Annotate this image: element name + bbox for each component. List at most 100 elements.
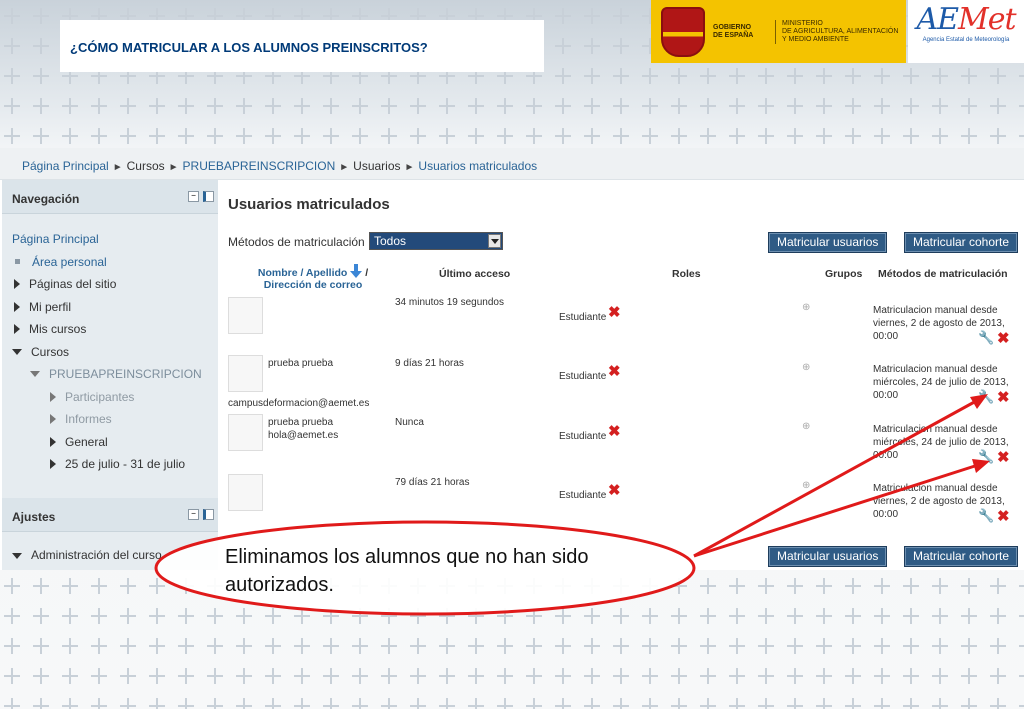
add-group-icon[interactable]: ⊕ [802, 362, 810, 373]
nav-item-participants[interactable]: Participantes [12, 386, 218, 409]
collapse-arrow-icon[interactable] [12, 552, 22, 559]
cross-mark [62, 608, 78, 624]
nav-item-label: Participantes [65, 389, 135, 404]
cross-mark [613, 638, 629, 654]
row-name[interactable]: prueba prueba [268, 357, 333, 370]
collapse-icon[interactable]: − [188, 191, 199, 202]
enrol-cohort-button[interactable]: Matricular cohorte [904, 232, 1019, 253]
cross-mark [265, 668, 281, 684]
cross-mark [642, 668, 658, 684]
breadcrumb-course[interactable]: PRUEBAPREINSCRIPCION [183, 159, 336, 173]
cross-mark [758, 128, 774, 144]
cross-mark [816, 638, 832, 654]
nav-item-home[interactable]: Página Principal [12, 228, 218, 251]
cross-mark [381, 668, 397, 684]
breadcrumb-users[interactable]: Usuarios [353, 159, 400, 173]
cross-mark [265, 698, 281, 709]
course-admin-label: Administración del curso [31, 547, 162, 562]
expand-arrow-icon[interactable] [14, 279, 20, 290]
edit-enrolment-icon[interactable]: 🔧 [978, 390, 994, 403]
collapse-arrow-icon[interactable] [12, 348, 22, 355]
nav-item-week[interactable]: 25 de julio - 31 de julio [12, 453, 218, 476]
collapse-arrow-icon[interactable] [30, 371, 40, 378]
nav-item-personal-area[interactable]: Área personal [12, 251, 218, 274]
unenrol-icon[interactable]: ✖ [997, 390, 1010, 405]
enrol-cohort-button-bottom[interactable]: Matricular cohorte [904, 546, 1019, 567]
cross-mark [265, 128, 281, 144]
cross-mark [671, 578, 687, 594]
sort-email-link[interactable]: Dirección de correo [264, 279, 363, 291]
expand-arrow-icon[interactable] [50, 414, 56, 425]
enrol-users-button-bottom[interactable]: Matricular usuarios [768, 546, 888, 567]
remove-role-icon[interactable]: ✖ [608, 483, 621, 498]
nav-item-my-profile[interactable]: Mi perfil [12, 296, 218, 319]
dock-icon[interactable] [203, 508, 214, 520]
cross-mark [497, 638, 513, 654]
callout-text: Eliminamos los alumnos que no han sido a… [225, 543, 589, 599]
ministry-text: MINISTERIO DE AGRICULTURA, ALIMENTACIÓN … [775, 19, 903, 44]
remove-role-icon[interactable]: ✖ [608, 364, 621, 379]
cross-mark [439, 98, 455, 114]
avatar[interactable] [228, 297, 263, 334]
row-last-access: 34 minutos 19 segundos [395, 297, 504, 308]
cross-mark [613, 608, 629, 624]
cross-mark [526, 98, 542, 114]
enrol-users-button[interactable]: Matricular usuarios [768, 232, 888, 253]
cross-mark [91, 668, 107, 684]
cross-mark [410, 98, 426, 114]
column-methods: Métodos de matriculación [878, 268, 1008, 280]
nav-item-reports[interactable]: Informes [12, 408, 218, 431]
cross-mark [294, 668, 310, 684]
dock-icon[interactable] [203, 191, 214, 202]
cross-mark [990, 698, 1006, 709]
sort-name-link[interactable]: Nombre / Apellido [258, 267, 347, 279]
unenrol-icon[interactable]: ✖ [997, 331, 1010, 346]
cross-mark [62, 638, 78, 654]
nav-item-site-pages[interactable]: Páginas del sitio [12, 273, 218, 296]
row-name[interactable]: prueba prueba [268, 416, 333, 429]
cross-mark [120, 698, 136, 709]
expand-arrow-icon[interactable] [50, 436, 56, 447]
edit-enrolment-icon[interactable]: 🔧 [978, 331, 994, 344]
unenrol-icon[interactable]: ✖ [997, 450, 1010, 465]
breadcrumb-courses[interactable]: Cursos [127, 159, 165, 173]
expand-arrow-icon[interactable] [50, 391, 56, 402]
nav-item-course[interactable]: PRUEBAPREINSCRIPCION [12, 363, 218, 386]
edit-enrolment-icon[interactable]: 🔧 [978, 509, 994, 522]
nav-item-label[interactable]: Página Principal [12, 232, 99, 246]
cross-mark [178, 698, 194, 709]
remove-role-icon[interactable]: ✖ [608, 424, 621, 439]
cross-mark [410, 608, 426, 624]
row-last-access: 79 días 21 horas [395, 477, 470, 488]
nav-item-label[interactable]: Área personal [32, 255, 107, 269]
cross-mark [584, 98, 600, 114]
breadcrumb-enrolled[interactable]: Usuarios matriculados [418, 159, 537, 173]
expand-arrow-icon[interactable] [14, 301, 20, 312]
course-admin-item[interactable]: Administración del curso [2, 532, 218, 562]
add-group-icon[interactable]: ⊕ [802, 480, 810, 491]
cross-mark [149, 98, 165, 114]
expand-arrow-icon[interactable] [14, 324, 20, 335]
expand-arrow-icon[interactable] [50, 459, 56, 470]
avatar[interactable] [228, 355, 263, 392]
ministry-line3: Y MEDIO AMBIENTE [782, 35, 849, 43]
breadcrumb-home[interactable]: Página Principal [22, 159, 109, 173]
sort-down-icon[interactable] [350, 264, 363, 278]
cross-mark [468, 98, 484, 114]
callout-line1: Eliminamos los alumnos que no han sido [225, 546, 589, 568]
chevron-down-icon[interactable] [488, 234, 501, 248]
methods-filter-select[interactable]: Todos [369, 232, 503, 250]
cross-mark [903, 638, 919, 654]
remove-role-icon[interactable]: ✖ [608, 305, 621, 320]
add-group-icon[interactable]: ⊕ [802, 421, 810, 432]
nav-item-general[interactable]: General [12, 431, 218, 454]
collapse-icon[interactable]: − [188, 508, 199, 520]
unenrol-icon[interactable]: ✖ [997, 509, 1010, 524]
edit-enrolment-icon[interactable]: 🔧 [978, 450, 994, 463]
add-group-icon[interactable]: ⊕ [802, 302, 810, 313]
nav-item-courses[interactable]: Cursos [12, 341, 218, 364]
cross-mark [497, 98, 513, 114]
avatar[interactable] [228, 414, 263, 451]
avatar[interactable] [228, 474, 263, 511]
nav-item-my-courses[interactable]: Mis cursos [12, 318, 218, 341]
